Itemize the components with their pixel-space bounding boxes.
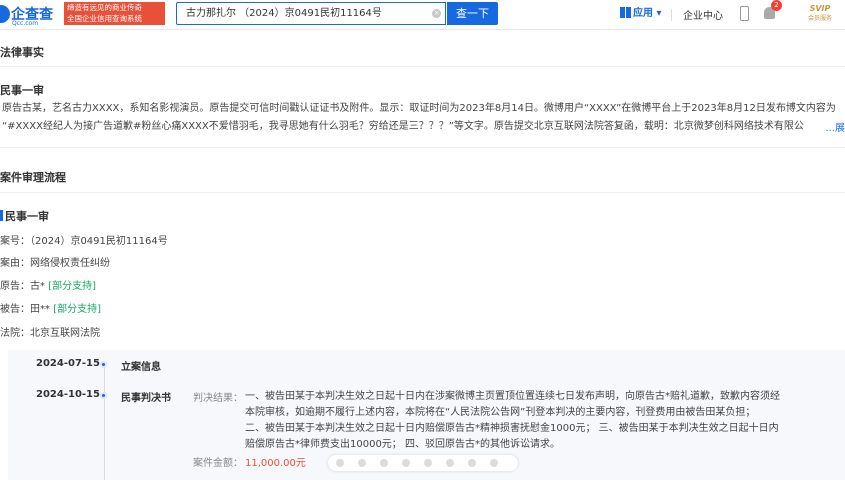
header-divider bbox=[671, 9, 672, 21]
fact-line-2: “#XXXX经纪人为接广告道歉#粉丝心痛XXXX不爱惜羽毛，我寻思她有什么羽毛？… bbox=[2, 121, 804, 132]
search-button[interactable]: 查一下 bbox=[447, 2, 498, 25]
pager-dot bbox=[380, 459, 388, 467]
judgment-label: 判决结果： bbox=[193, 393, 243, 404]
judgment-line-3: 二、被告田某于本判决生效之日起十日内赔偿原告古*精神损害抚慰金1000元； 三、… bbox=[245, 423, 779, 434]
svip-button[interactable]: SVIP 会员服务 bbox=[800, 3, 840, 25]
app-menu[interactable]: 应用 ▾ bbox=[620, 6, 662, 22]
judgment-line-4: 赔偿原告古*律师费支出10000元； 四、驳回原告古*的其他诉讼请求。 bbox=[245, 439, 560, 450]
timeline-dot bbox=[100, 361, 107, 368]
enterprise-center-link[interactable]: 企业中心 bbox=[683, 7, 723, 22]
heading-bar bbox=[0, 210, 3, 221]
plaintiff-row: 原告：古* [部分支持] bbox=[0, 277, 96, 292]
timeline-label[interactable]: 民事判决书 bbox=[121, 389, 171, 404]
timeline-date: 2024-07-15 bbox=[36, 358, 100, 369]
section-divider bbox=[0, 192, 845, 193]
amount-value: 11,000.00元 bbox=[245, 458, 306, 469]
pager-dot bbox=[402, 459, 410, 467]
section-divider bbox=[0, 147, 845, 148]
legal-facts-title: 法律事实 bbox=[0, 46, 44, 59]
court-name: 法院：北京互联网法院 bbox=[0, 328, 100, 339]
app-menu-label: 应用 bbox=[633, 8, 653, 19]
timeline-date: 2024-10-15 bbox=[36, 389, 100, 400]
pager-dot bbox=[468, 459, 476, 467]
judgment-text: 一、被告田某于本判决生效之日起十日内在涉案微博主页置顶位置连续七日发布声明，向原… bbox=[245, 389, 790, 453]
case-heading: 民事一审 bbox=[0, 208, 49, 224]
slogan-banner: 缔造有远见的商业传奇 全国企业信用查询系统 bbox=[64, 2, 165, 25]
amount-label: 案件金额： bbox=[193, 458, 243, 469]
trial-process-title: 案件审理流程 bbox=[0, 171, 66, 184]
expand-link[interactable]: ...展 bbox=[821, 119, 845, 134]
qcc-logo[interactable]: 企查查 Qcc.com bbox=[0, 2, 62, 28]
defendant-row: 被告：田** [部分支持] bbox=[0, 300, 101, 315]
judgment-line-2: 本院审核，如逾期不履行上述内容，本院将在“人民法院公告网”刊登本判决的主要内容，… bbox=[245, 407, 756, 418]
pager-dot bbox=[358, 459, 366, 467]
clear-icon[interactable]: × bbox=[432, 9, 441, 18]
case-title: 民事一审 bbox=[5, 210, 49, 223]
timeline-label: 立案信息 bbox=[121, 362, 161, 373]
svip-sub: 会员服务 bbox=[807, 15, 832, 22]
svip-label: SVIP bbox=[809, 4, 831, 13]
plaintiff-label: 原告：古* bbox=[0, 281, 45, 292]
pager-dot bbox=[424, 459, 432, 467]
pager-dot bbox=[336, 459, 344, 467]
top-bar: 企查查 Qcc.com 缔造有远见的商业传奇 全国企业信用查询系统 古力那扎尔 … bbox=[0, 0, 845, 30]
judgment-line-1: 一、被告田某于本判决生效之日起十日内在涉案微博主页置顶位置连续七日发布声明，向原… bbox=[245, 391, 780, 402]
app-grid-icon bbox=[620, 7, 631, 18]
slogan-line-2: 全国企业信用查询系统 bbox=[67, 14, 142, 23]
phone-icon[interactable] bbox=[740, 6, 749, 21]
logo-sub: Qcc.com bbox=[12, 20, 39, 27]
search-input[interactable]: 古力那扎尔 （2024）京0491民初11164号 bbox=[176, 2, 446, 25]
floating-pager[interactable] bbox=[328, 455, 518, 471]
plaintiff-tag[interactable]: [部分支持] bbox=[48, 281, 96, 292]
defendant-label: 被告：田** bbox=[0, 304, 50, 315]
case-number: 案号：（2024）京0491民初11164号 bbox=[0, 236, 168, 247]
case-cause: 案由：网络侵权责任纠纷 bbox=[0, 258, 110, 269]
notification-badge: 2 bbox=[771, 0, 782, 11]
logo-mark-icon bbox=[0, 5, 10, 23]
pager-dot bbox=[446, 459, 454, 467]
fact-line-1: 原告古某，艺名古力XXXX，系知名影视演员。原告提交可信时间戳认证证书及附件。显… bbox=[2, 103, 836, 114]
slogan-line-1: 缔造有远见的商业传奇 bbox=[67, 3, 142, 12]
timeline-line bbox=[104, 365, 105, 480]
pager-dot bbox=[490, 459, 498, 467]
timeline-dot bbox=[100, 392, 107, 399]
section-divider bbox=[0, 66, 845, 67]
legal-facts-subtitle: 民事一审 bbox=[0, 84, 44, 97]
defendant-tag[interactable]: [部分支持] bbox=[53, 304, 101, 315]
